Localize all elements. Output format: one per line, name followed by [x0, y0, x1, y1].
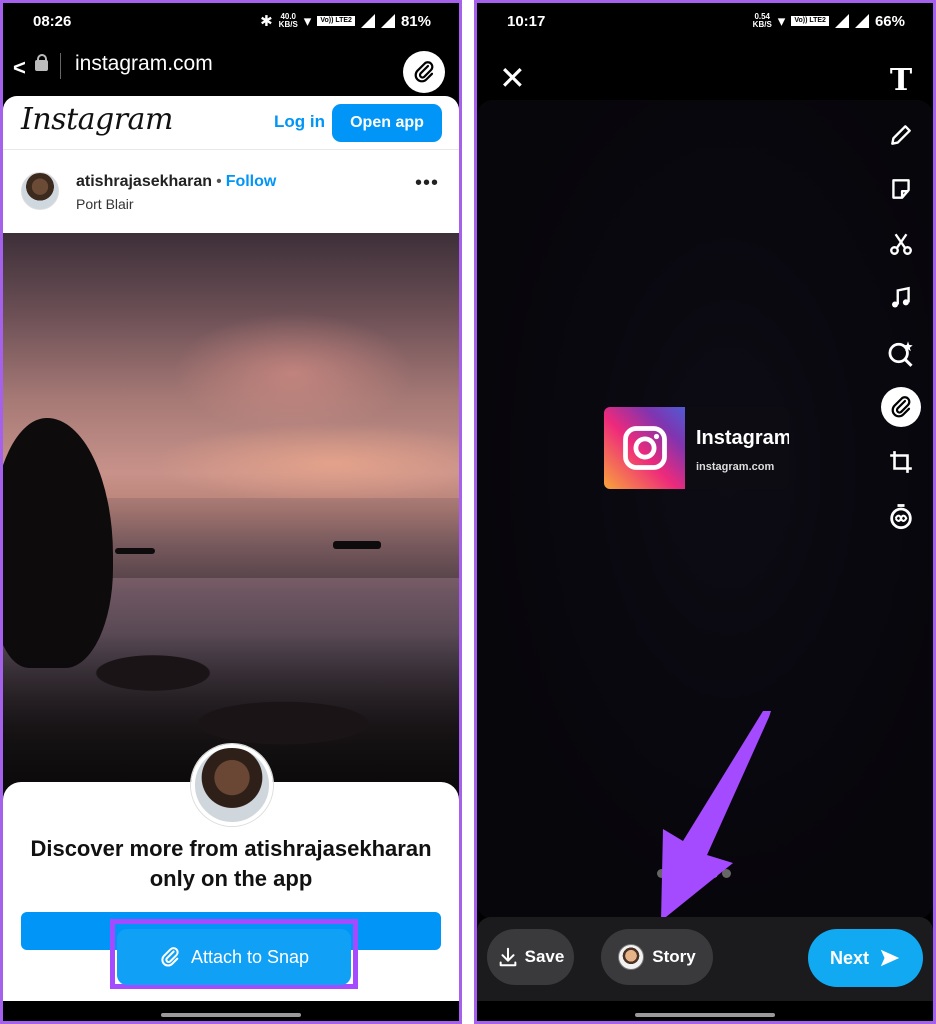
battery-percent: 81%: [400, 12, 431, 30]
link-card-domain: instagram.com: [696, 461, 775, 473]
story-button[interactable]: Story: [601, 929, 713, 985]
volte-badge: Vo)) LTE2: [791, 16, 829, 26]
lock-icon: [35, 54, 48, 71]
send-bar: Save Story Next: [477, 917, 933, 1007]
battery-percent: 66%: [874, 12, 905, 30]
close-icon[interactable]: ✕: [499, 59, 526, 97]
signal-icon: [834, 14, 849, 28]
crop-icon[interactable]: [879, 435, 923, 490]
pen-icon[interactable]: [879, 108, 923, 163]
post-header: atishrajasekharan • Follow Port Blair •••: [3, 150, 459, 232]
paperclip-icon: [161, 947, 179, 967]
right-phone-screen: 10:17 0.54 KB/S ▾ Vo)) LTE2 66% ✕ T Inst…: [474, 0, 936, 1024]
url-divider: [60, 53, 61, 79]
status-time: 08:26: [33, 13, 72, 30]
attach-link-tool[interactable]: [879, 380, 923, 435]
left-phone-screen: 08:26 ✱ 40.0 KB/S ▾ Vo)) LTE2 81% < inst…: [0, 0, 462, 1024]
attach-to-snap-label: Attach to Snap: [190, 946, 310, 967]
url-text[interactable]: instagram.com: [75, 52, 213, 76]
sticker-icon[interactable]: [879, 162, 923, 217]
signal-icon: [360, 14, 375, 28]
status-time: 10:17: [507, 13, 546, 30]
music-icon[interactable]: [879, 271, 923, 326]
photo-boat: [115, 548, 155, 554]
post-username-line: atishrajasekharan • Follow: [76, 173, 276, 191]
save-label: Save: [524, 947, 565, 966]
instagram-header: Instagram Log in Open app: [3, 96, 459, 150]
send-arrow-icon: [880, 949, 900, 967]
open-app-button[interactable]: Open app: [332, 104, 442, 142]
net-speed: 0.54 KB/S: [752, 12, 772, 29]
signal-icon-2: [854, 14, 869, 28]
status-icons: 0.54 KB/S ▾ Vo)) LTE2 66%: [752, 12, 905, 31]
attach-active-circle: [881, 387, 921, 428]
link-card-title: Instagram: [696, 427, 789, 449]
post-photo[interactable]: [3, 233, 459, 833]
lens-search-icon[interactable]: [879, 326, 923, 381]
story-label: Story: [652, 947, 696, 966]
paperclip-icon: [414, 61, 434, 83]
link-preview-card[interactable]: Instagram instagram.com: [604, 407, 789, 489]
status-bar: 10:17 0.54 KB/S ▾ Vo)) LTE2 66%: [477, 3, 933, 43]
attach-link-button[interactable]: [403, 51, 445, 93]
profile-avatar-large: [191, 744, 273, 826]
net-speed: 40.0 KB/S: [278, 12, 298, 29]
photo-tree: [3, 418, 113, 668]
follow-link[interactable]: Follow: [226, 173, 277, 190]
next-label: Next: [829, 947, 869, 968]
paperclip-icon: [891, 396, 911, 418]
status-bar: 08:26 ✱ 40.0 KB/S ▾ Vo)) LTE2 81%: [3, 3, 459, 43]
nav-bar: [3, 1001, 459, 1021]
pointer-arrow-icon: [661, 711, 771, 921]
post-location[interactable]: Port Blair: [76, 196, 134, 212]
avatar[interactable]: [21, 172, 59, 210]
url-bar: < instagram.com: [3, 43, 459, 95]
nav-bar: [477, 1001, 933, 1021]
tool-rail: T: [879, 53, 923, 544]
status-icons: ✱ 40.0 KB/S ▾ Vo)) LTE2 81%: [260, 12, 431, 31]
attach-to-snap-button[interactable]: Attach to Snap: [117, 929, 351, 985]
log-in-link[interactable]: Log in: [274, 112, 325, 132]
post-username[interactable]: atishrajasekharan: [76, 173, 212, 190]
bluetooth-icon: ✱: [260, 13, 273, 30]
discover-headline: Discover more from atishrajasekharan onl…: [30, 836, 432, 891]
more-options-icon[interactable]: •••: [415, 172, 439, 195]
signal-icon-2: [380, 14, 395, 28]
instagram-app-icon: [604, 407, 685, 489]
home-indicator[interactable]: [161, 1013, 301, 1017]
scissors-icon[interactable]: [879, 217, 923, 272]
back-chevron-icon[interactable]: <: [13, 55, 26, 81]
download-icon: [499, 947, 516, 967]
save-button[interactable]: Save: [487, 929, 574, 985]
photo-boat-2: [333, 541, 381, 549]
instagram-web-page: Instagram Log in Open app atishrajasekha…: [3, 96, 459, 1001]
timer-icon[interactable]: [879, 489, 923, 544]
wifi-icon: ▾: [303, 13, 312, 30]
bitmoji-avatar-icon: [618, 944, 645, 970]
separator-dot: •: [216, 173, 222, 190]
volte-badge: Vo)) LTE2: [317, 16, 355, 26]
next-button[interactable]: Next: [808, 929, 923, 987]
home-indicator[interactable]: [635, 1013, 775, 1017]
wifi-icon: ▾: [777, 13, 786, 30]
instagram-logo[interactable]: Instagram: [21, 102, 173, 137]
text-tool-icon[interactable]: T: [879, 53, 923, 108]
